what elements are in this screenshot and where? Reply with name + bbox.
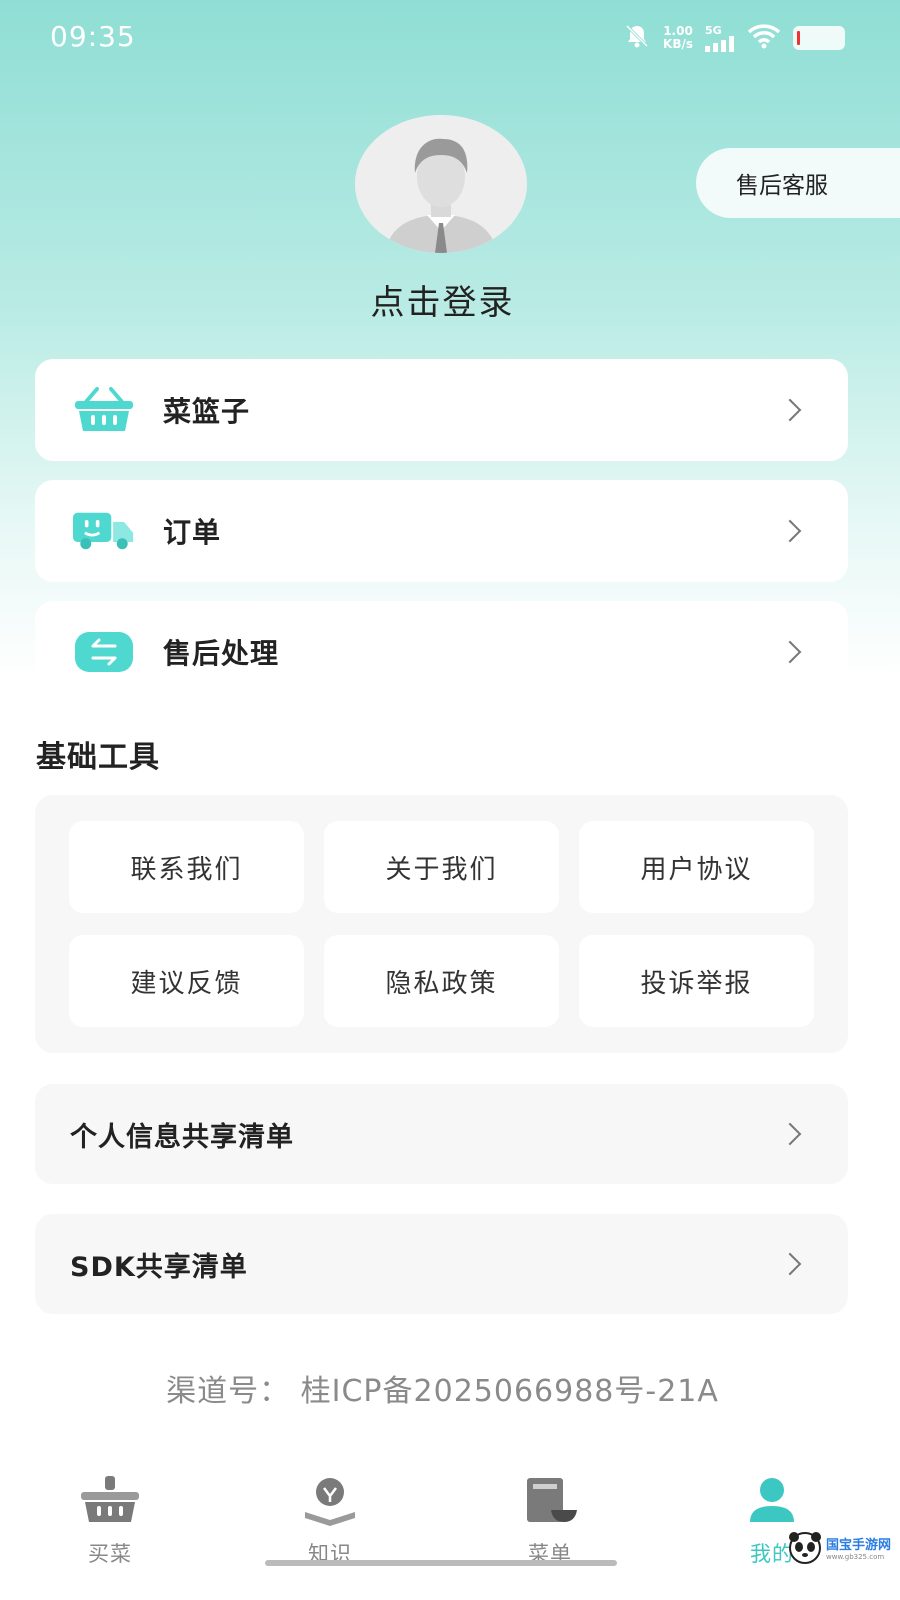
section-title-tools: 基础工具 (36, 740, 160, 775)
bulb-book-icon (295, 1470, 365, 1530)
wifi-icon (747, 23, 781, 53)
list-item-sdk-sharing[interactable]: SDK共享清单 (35, 1214, 848, 1314)
chevron-right-icon (778, 640, 802, 664)
menu-item-basket[interactable]: 菜篮子 (35, 359, 848, 461)
customer-service-button[interactable]: 售后客服 (696, 148, 900, 218)
list-item-label: 个人信息共享清单 (70, 1121, 294, 1153)
tab-label: 买菜 (88, 1542, 132, 1566)
battery-icon (793, 26, 845, 50)
truck-icon (73, 504, 135, 558)
net-speed: 1.00 KB/s (663, 25, 693, 51)
channel-icp-text: 渠道号： 桂ICP备2025066988号-21A (166, 1374, 719, 1409)
tab-bar: 买菜 知识 菜单 我的 (0, 1460, 900, 1600)
tools-panel: 联系我们 关于我们 用户协议 建议反馈 隐私政策 投诉举报 (35, 795, 848, 1053)
tab-menu[interactable]: 菜单 (490, 1470, 610, 1570)
login-text[interactable]: 点击登录 (0, 275, 885, 324)
menu-item-label: 售后处理 (163, 637, 280, 670)
tool-user-agreement[interactable]: 用户协议 (579, 821, 814, 913)
menu-item-label: 菜篮子 (163, 395, 251, 428)
mute-bell-icon (623, 22, 651, 54)
menu-item-after-sales[interactable]: 售后处理 (35, 601, 848, 703)
tab-knowledge[interactable]: 知识 (270, 1470, 390, 1570)
status-time: 09:35 (50, 20, 136, 53)
chevron-right-icon (778, 1122, 802, 1146)
chevron-right-icon (778, 1252, 802, 1276)
watermark: 国宝手游网 www.gb325.com (788, 1530, 900, 1570)
net-speed-unit: KB/s (663, 37, 693, 51)
watermark-sub: www.gb325.com (826, 1553, 885, 1561)
basket-icon (73, 383, 135, 437)
home-indicator (265, 1560, 617, 1566)
chevron-right-icon (778, 519, 802, 543)
list-item-personal-info-sharing[interactable]: 个人信息共享清单 (35, 1084, 848, 1184)
status-bar: 09:35 1.00 KB/s 5G (0, 0, 900, 80)
basket-icon (75, 1470, 145, 1530)
menu-item-label: 订单 (163, 516, 222, 549)
tab-buy-vegetables[interactable]: 买菜 (50, 1470, 170, 1570)
user-icon (737, 1470, 807, 1530)
panda-logo-icon (788, 1531, 822, 1569)
tool-feedback[interactable]: 建议反馈 (69, 935, 304, 1027)
menu-book-icon (515, 1470, 585, 1530)
menu-item-orders[interactable]: 订单 (35, 480, 848, 582)
tool-about-us[interactable]: 关于我们 (324, 821, 559, 913)
status-icons: 1.00 KB/s 5G (623, 22, 845, 54)
chevron-right-icon (778, 398, 802, 422)
exchange-icon (73, 625, 135, 679)
tool-privacy-policy[interactable]: 隐私政策 (324, 935, 559, 1027)
signal-icon: 5G (705, 25, 735, 52)
list-item-label: SDK共享清单 (70, 1251, 248, 1283)
tool-contact-us[interactable]: 联系我们 (69, 821, 304, 913)
network-type: 5G (705, 23, 722, 37)
watermark-text: 国宝手游网 (826, 1538, 892, 1553)
tool-complaint[interactable]: 投诉举报 (579, 935, 814, 1027)
avatar[interactable] (355, 115, 527, 253)
